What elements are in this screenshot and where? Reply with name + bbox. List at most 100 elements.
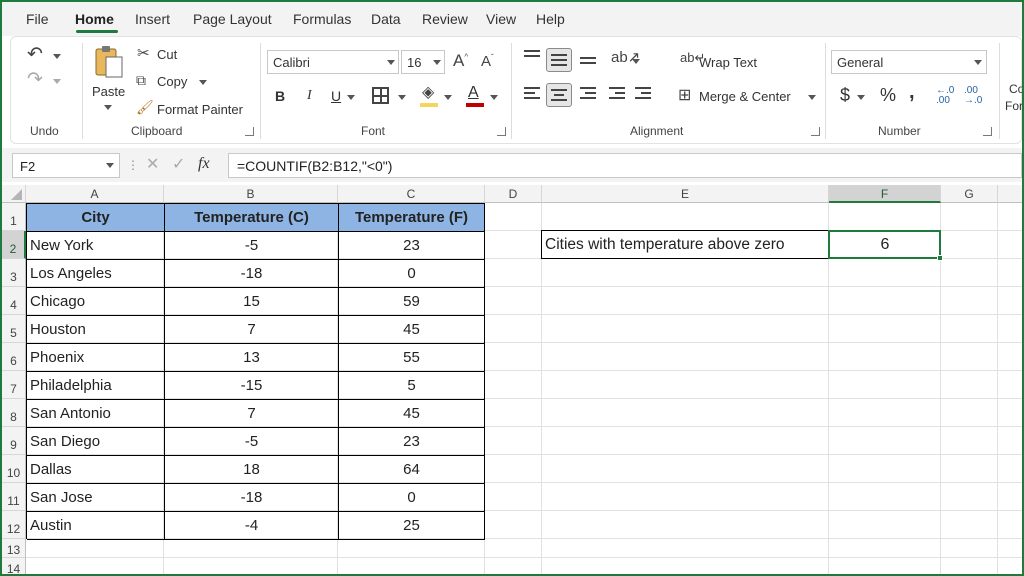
number-launcher-icon[interactable] (983, 127, 992, 136)
font-launcher-icon[interactable] (497, 127, 506, 136)
percent-button[interactable]: % (880, 85, 896, 106)
celsius-cell[interactable]: -18 (165, 484, 339, 512)
fahrenheit-cell[interactable]: 5 (339, 372, 485, 400)
format-as-table-label[interactable]: For (1005, 99, 1022, 113)
row-header[interactable]: 14 (2, 558, 26, 574)
row-header[interactable]: 6 (2, 343, 26, 371)
table-header-celsius[interactable]: Temperature (C) (165, 204, 339, 232)
borders-dropdown-icon[interactable] (398, 95, 406, 100)
redo-dropdown-icon[interactable] (53, 79, 61, 84)
bottom-align-icon[interactable] (580, 57, 596, 67)
city-cell[interactable]: Los Angeles (27, 260, 165, 288)
row-header[interactable]: 2 (2, 231, 26, 259)
borders-icon[interactable] (372, 87, 389, 104)
menu-review[interactable]: Review (422, 11, 468, 27)
column-header-a[interactable]: A (26, 185, 164, 203)
increase-indent-icon[interactable] (635, 87, 651, 102)
top-align-icon[interactable] (524, 50, 540, 60)
label-cell-e2[interactable]: Cities with temperature above zero (545, 231, 785, 259)
decrease-indent-icon[interactable] (609, 87, 625, 102)
celsius-cell[interactable]: 7 (165, 400, 339, 428)
merge-dropdown-icon[interactable] (808, 95, 816, 100)
row-header[interactable]: 1 (2, 203, 26, 231)
clipboard-launcher-icon[interactable] (245, 127, 254, 136)
row-header[interactable]: 5 (2, 315, 26, 343)
copy-dropdown-icon[interactable] (199, 80, 207, 85)
city-cell[interactable]: Chicago (27, 288, 165, 316)
underline-dropdown-icon[interactable] (347, 95, 355, 100)
city-cell[interactable]: Houston (27, 316, 165, 344)
city-cell[interactable]: San Antonio (27, 400, 165, 428)
font-color-icon[interactable]: A (468, 84, 479, 102)
cancel-icon[interactable]: ✕ (146, 157, 159, 173)
font-name-select[interactable]: Calibri (267, 50, 399, 74)
italic-button[interactable]: I (307, 88, 312, 104)
column-header-d[interactable]: D (485, 185, 542, 203)
insert-function-icon[interactable]: fx (198, 156, 210, 172)
underline-button[interactable]: U (331, 88, 341, 104)
row-header[interactable]: 12 (2, 511, 26, 539)
fill-color-dropdown-icon[interactable] (444, 95, 452, 100)
menu-help[interactable]: Help (536, 11, 565, 27)
table-header-city[interactable]: City (27, 204, 165, 232)
align-center-button[interactable] (546, 83, 572, 107)
menu-insert[interactable]: Insert (135, 11, 170, 27)
row-header[interactable]: 3 (2, 259, 26, 287)
fahrenheit-cell[interactable]: 64 (339, 456, 485, 484)
orientation-dropdown-icon[interactable] (632, 59, 640, 64)
column-header-e[interactable]: E (542, 185, 829, 203)
undo-icon[interactable]: ↶ (27, 45, 43, 64)
celsius-cell[interactable]: 15 (165, 288, 339, 316)
fahrenheit-cell[interactable]: 45 (339, 400, 485, 428)
comma-button[interactable]: , (909, 81, 915, 104)
chevron-down-icon[interactable] (387, 60, 395, 65)
city-cell[interactable]: Austin (27, 512, 165, 540)
menu-page-layout[interactable]: Page Layout (193, 11, 272, 27)
celsius-cell[interactable]: -4 (165, 512, 339, 540)
paste-button[interactable]: Paste (92, 84, 125, 99)
menu-home[interactable]: Home (75, 11, 114, 27)
menu-file[interactable]: File (26, 11, 49, 27)
merge-center-icon[interactable]: ⊞ (678, 88, 691, 104)
paste-dropdown-icon[interactable] (104, 105, 112, 110)
merge-center-button[interactable]: Merge & Center (699, 89, 791, 104)
column-header-b[interactable]: B (164, 185, 338, 203)
more-options-icon[interactable]: ⋮ (127, 159, 139, 171)
worksheet-grid[interactable]: A B C D E F G 1 2 3 4 5 6 7 8 9 10 11 12… (2, 185, 1022, 574)
row-header[interactable]: 11 (2, 483, 26, 511)
row-header[interactable]: 7 (2, 371, 26, 399)
fahrenheit-cell[interactable]: 23 (339, 428, 485, 456)
celsius-cell[interactable]: 7 (165, 316, 339, 344)
undo-dropdown-icon[interactable] (53, 54, 61, 59)
city-cell[interactable]: Philadelphia (27, 372, 165, 400)
format-painter-button[interactable]: Format Painter (157, 102, 243, 117)
fahrenheit-cell[interactable]: 45 (339, 316, 485, 344)
row-header[interactable]: 4 (2, 287, 26, 315)
fill-color-icon[interactable]: ◈ (422, 85, 434, 101)
copy-button[interactable]: Copy (157, 74, 187, 89)
city-cell[interactable]: Phoenix (27, 344, 165, 372)
enter-icon[interactable]: ✓ (172, 157, 185, 173)
column-header-h[interactable] (998, 185, 1022, 203)
column-header-c[interactable]: C (338, 185, 485, 203)
font-color-dropdown-icon[interactable] (490, 95, 498, 100)
column-header-g[interactable]: G (941, 185, 998, 203)
paste-icon[interactable] (92, 44, 126, 80)
chevron-down-icon[interactable] (974, 60, 982, 65)
celsius-cell[interactable]: -15 (165, 372, 339, 400)
align-left-icon[interactable] (524, 87, 540, 102)
increase-font-icon[interactable]: A^ (453, 52, 468, 69)
row-header[interactable]: 9 (2, 427, 26, 455)
bold-button[interactable]: B (275, 88, 285, 104)
format-painter-icon[interactable]: 🖌 (136, 100, 154, 114)
fahrenheit-cell[interactable]: 23 (339, 232, 485, 260)
city-cell[interactable]: New York (27, 232, 165, 260)
city-cell[interactable]: Dallas (27, 456, 165, 484)
city-cell[interactable]: San Diego (27, 428, 165, 456)
row-header[interactable]: 8 (2, 399, 26, 427)
row-header[interactable]: 10 (2, 455, 26, 483)
table-header-fahrenheit[interactable]: Temperature (F) (339, 204, 485, 232)
row-header[interactable]: 13 (2, 539, 26, 558)
currency-button[interactable]: $ (840, 85, 850, 106)
number-format-select[interactable]: General (831, 50, 987, 74)
